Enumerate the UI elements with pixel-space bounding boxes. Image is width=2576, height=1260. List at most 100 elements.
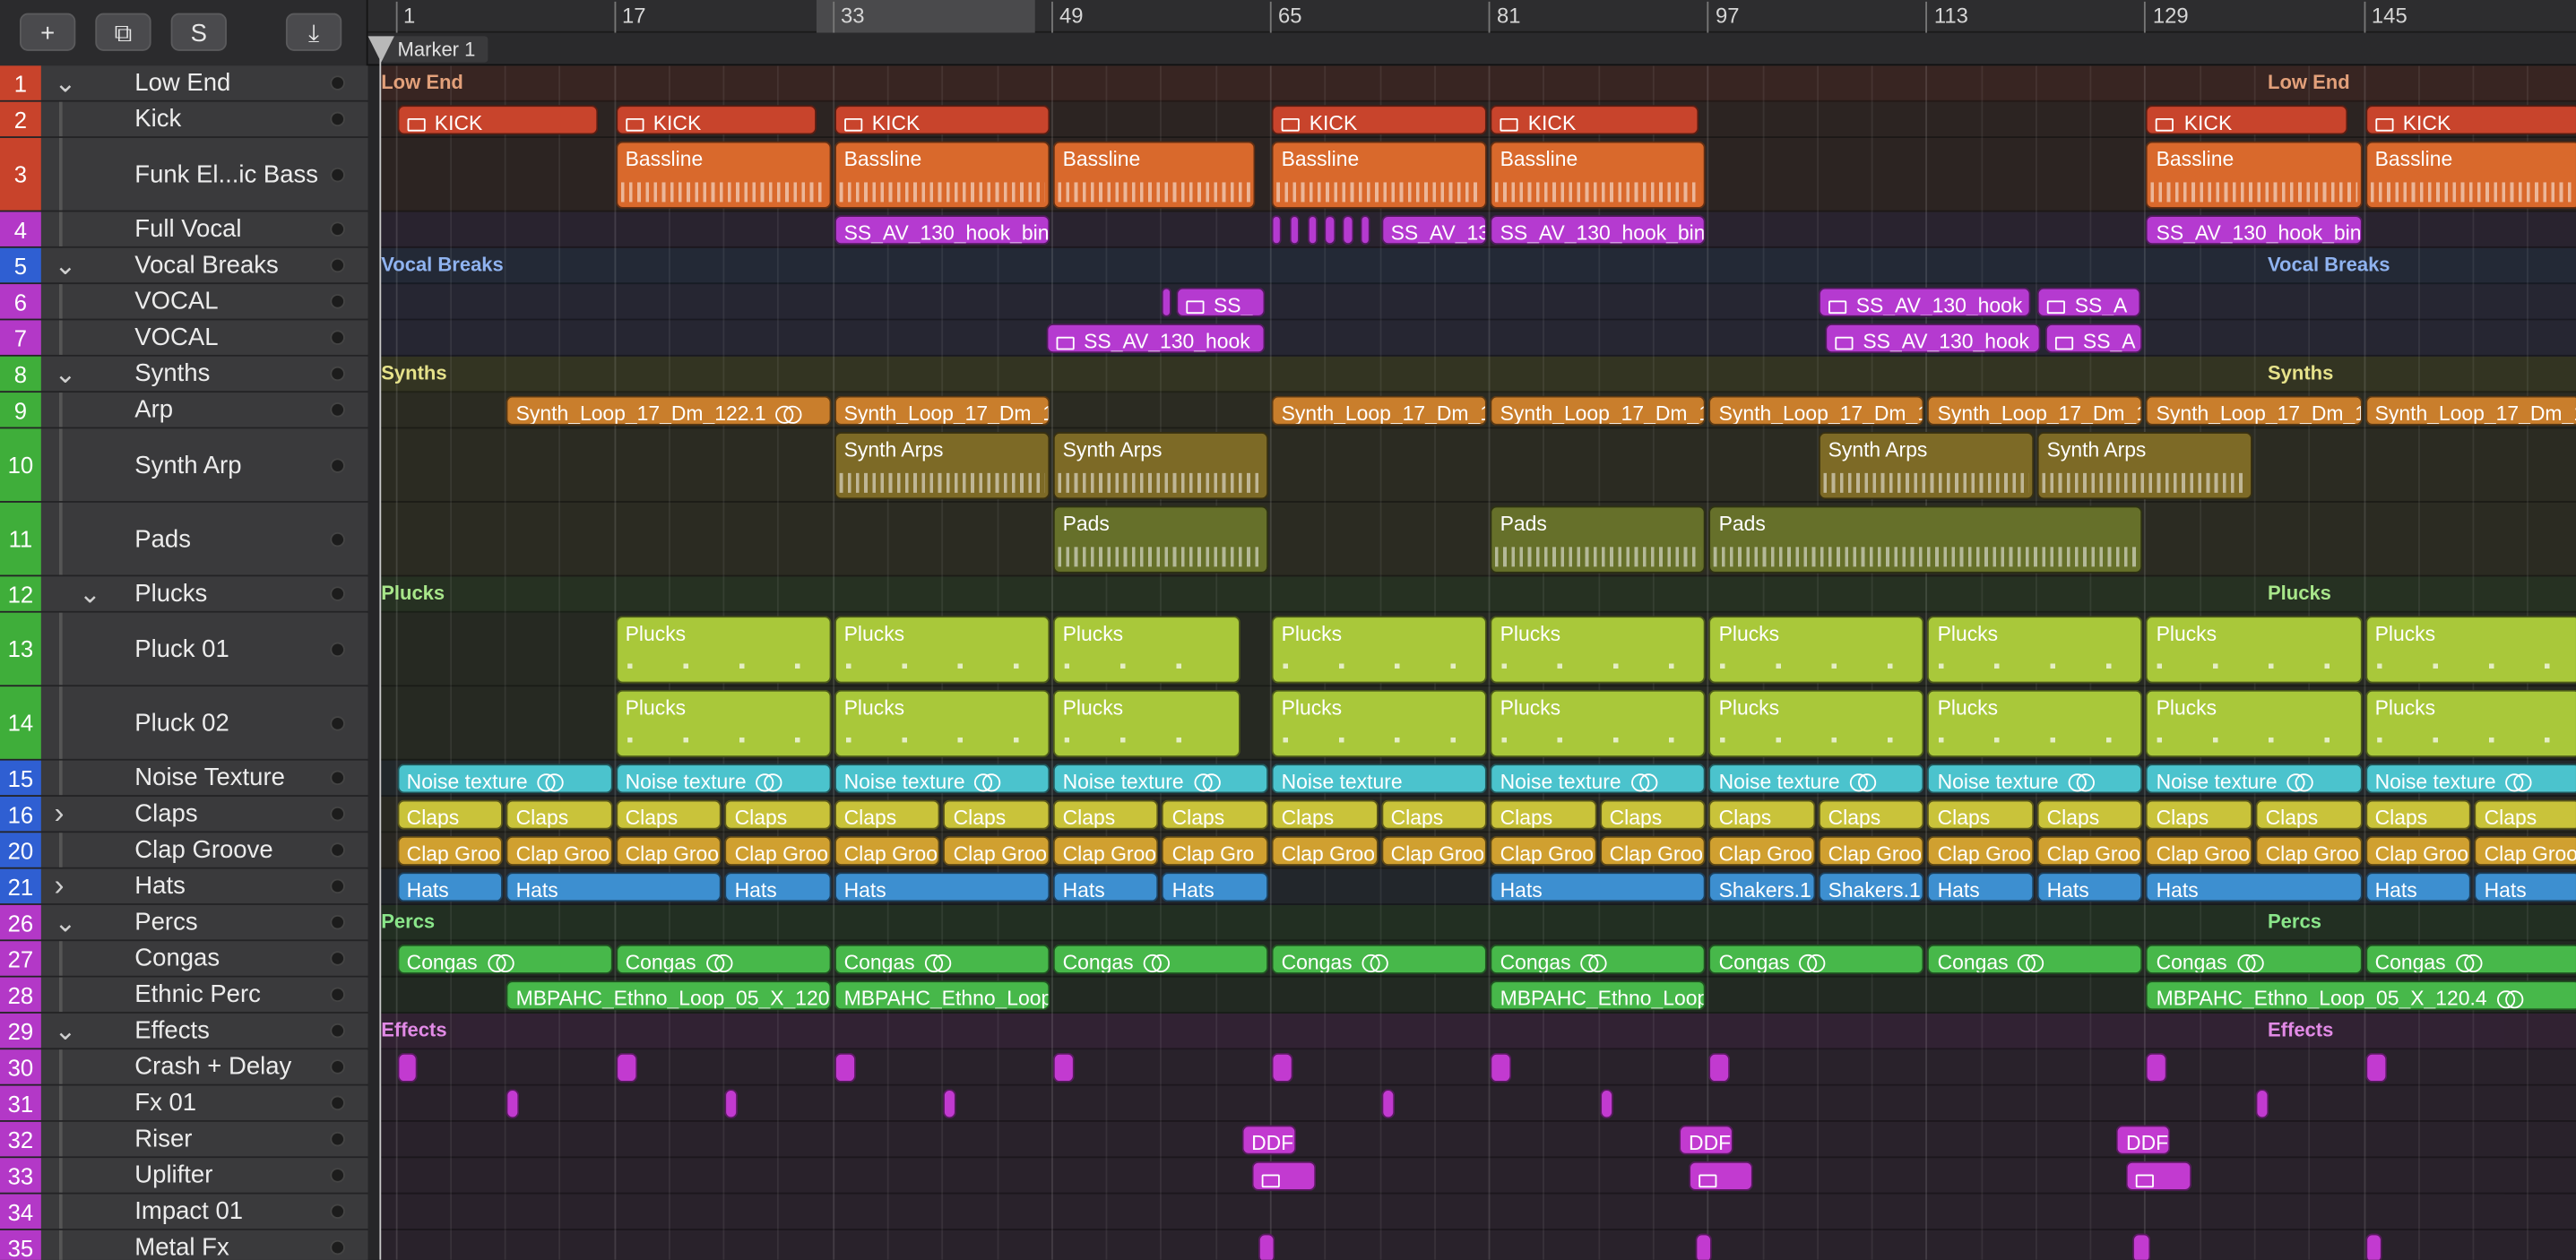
track-header-synths[interactable]: 8 ⌄ Synths xyxy=(0,356,368,393)
region[interactable]: KICK xyxy=(1271,105,1487,135)
record-enable-button[interactable] xyxy=(330,457,345,472)
region[interactable]: KICK xyxy=(834,105,1050,135)
region[interactable]: Hats xyxy=(1162,872,1268,902)
region[interactable]: Synth_Loop_17_Dm_1 xyxy=(1708,395,1924,426)
region[interactable]: Claps xyxy=(2474,799,2576,830)
track-name[interactable]: Low End xyxy=(134,65,230,99)
region[interactable]: DDF xyxy=(2116,1125,2171,1155)
region[interactable]: Clap Groo xyxy=(506,835,612,866)
record-enable-button[interactable] xyxy=(330,987,345,1003)
record-enable-button[interactable] xyxy=(330,715,345,730)
region[interactable] xyxy=(2255,1089,2269,1119)
region[interactable]: Synth_Loop_17_Dm_1 xyxy=(1927,395,2143,426)
region[interactable]: SS_AV_130_hook xyxy=(1818,287,2031,317)
region[interactable] xyxy=(1490,1052,1512,1083)
track-name[interactable]: Kick xyxy=(134,102,181,136)
region[interactable]: Clap Groo xyxy=(834,835,940,866)
region[interactable] xyxy=(1708,1052,1731,1083)
track-name[interactable]: Vocal Breaks xyxy=(134,248,278,282)
region[interactable]: SS_A xyxy=(2036,287,2140,317)
region[interactable]: DDF xyxy=(1679,1125,1733,1155)
region[interactable]: KICK xyxy=(1490,105,1699,135)
track-name[interactable]: VOCAL xyxy=(134,284,218,318)
region[interactable]: Noise texture xyxy=(2364,764,2576,794)
track-header-pluck-02[interactable]: 14 Pluck 02 xyxy=(0,686,368,761)
region[interactable]: Congas xyxy=(1708,944,1924,974)
region[interactable]: Plucks xyxy=(834,616,1050,684)
region[interactable]: Claps xyxy=(2146,799,2252,830)
track-name[interactable]: Full Vocal xyxy=(134,211,241,246)
track-name[interactable]: Synths xyxy=(134,357,210,391)
region[interactable]: KICK xyxy=(615,105,817,135)
region[interactable]: Plucks xyxy=(1271,616,1487,684)
region[interactable]: Clap Groo xyxy=(1490,835,1596,866)
region[interactable]: Plucks xyxy=(1490,689,1706,757)
region[interactable] xyxy=(1360,215,1371,246)
region[interactable]: Claps xyxy=(2255,799,2362,830)
region[interactable] xyxy=(1271,1052,1293,1083)
chevron-right-icon[interactable]: › xyxy=(54,797,64,831)
region[interactable]: Synth_Loop_17_Dm_1 xyxy=(1271,395,1487,426)
region[interactable] xyxy=(1162,287,1171,317)
region[interactable]: Plucks xyxy=(2364,689,2576,757)
region[interactable]: Clap Groo xyxy=(943,835,1050,866)
region[interactable]: Claps xyxy=(1490,799,1596,830)
record-enable-button[interactable] xyxy=(330,75,345,91)
track-header-uplifter[interactable]: 33 Uplifter xyxy=(0,1158,368,1195)
track-lane[interactable] xyxy=(379,1013,2576,1050)
track-header-vocal[interactable]: 6 VOCAL xyxy=(0,284,368,321)
record-enable-button[interactable] xyxy=(330,914,345,930)
region[interactable]: Hats xyxy=(1927,872,2034,902)
region[interactable]: Hats xyxy=(1052,872,1159,902)
track-header-kick[interactable]: 2 Kick xyxy=(0,101,368,138)
track-name[interactable]: Arp xyxy=(134,393,173,427)
region[interactable]: Claps xyxy=(506,799,612,830)
region[interactable]: Bassline xyxy=(2364,141,2576,209)
region[interactable] xyxy=(2364,1052,2387,1083)
region[interactable]: Plucks xyxy=(615,689,831,757)
track-header-low-end[interactable]: 1 ⌄ Low End xyxy=(0,65,368,102)
record-enable-button[interactable] xyxy=(330,806,345,822)
region[interactable]: Claps xyxy=(724,799,831,830)
track-lane[interactable] xyxy=(379,247,2576,285)
region[interactable] xyxy=(2125,1161,2191,1191)
track-lane[interactable] xyxy=(379,1158,2576,1195)
region[interactable]: Plucks xyxy=(1052,616,1241,684)
record-enable-button[interactable] xyxy=(330,111,345,127)
region[interactable]: Noise texture xyxy=(1927,764,2143,794)
region[interactable]: Clap Groo xyxy=(2255,835,2362,866)
region[interactable]: Plucks xyxy=(2364,616,2576,684)
track-name[interactable]: Metal Fx xyxy=(134,1230,229,1260)
region[interactable]: Claps xyxy=(1271,799,1378,830)
region[interactable]: Congas xyxy=(1052,944,1268,974)
track-lane[interactable] xyxy=(379,1194,2576,1230)
region[interactable]: SS_AV_130_hook_bin xyxy=(1490,215,1706,246)
region[interactable]: Clap Groo xyxy=(615,835,722,866)
region[interactable] xyxy=(1380,1089,1395,1119)
region[interactable]: Noise texture xyxy=(1708,764,1924,794)
region[interactable]: Claps xyxy=(1818,799,1924,830)
record-enable-button[interactable] xyxy=(330,1095,345,1111)
import-button[interactable]: ⤓ xyxy=(285,13,342,51)
chevron-down-icon[interactable]: ⌄ xyxy=(54,905,76,939)
region[interactable]: Noise texture xyxy=(1052,764,1268,794)
region[interactable]: Bassline xyxy=(1052,141,1255,209)
region[interactable]: Synth_Loop_17_Dm_1 xyxy=(2364,395,2576,426)
track-name[interactable]: Plucks xyxy=(134,576,207,610)
region[interactable] xyxy=(1250,1161,1317,1191)
region[interactable]: KICK xyxy=(2364,105,2576,135)
region[interactable]: Claps xyxy=(2364,799,2471,830)
region[interactable]: Hats xyxy=(2364,872,2471,902)
region[interactable] xyxy=(724,1089,739,1119)
record-enable-button[interactable] xyxy=(330,1204,345,1220)
region[interactable]: Clap Groo xyxy=(1052,835,1159,866)
region[interactable]: Bassline xyxy=(615,141,831,209)
region[interactable] xyxy=(834,1052,856,1083)
region[interactable]: Synth Arps xyxy=(1052,432,1268,500)
region[interactable]: Congas xyxy=(396,944,612,974)
region[interactable]: Noise texture xyxy=(615,764,831,794)
track-lane[interactable] xyxy=(379,1085,2576,1122)
duplicate-track-button[interactable]: ⧉ xyxy=(95,13,151,51)
region[interactable]: Claps xyxy=(834,799,940,830)
track-header-congas[interactable]: 27 Congas xyxy=(0,941,368,978)
